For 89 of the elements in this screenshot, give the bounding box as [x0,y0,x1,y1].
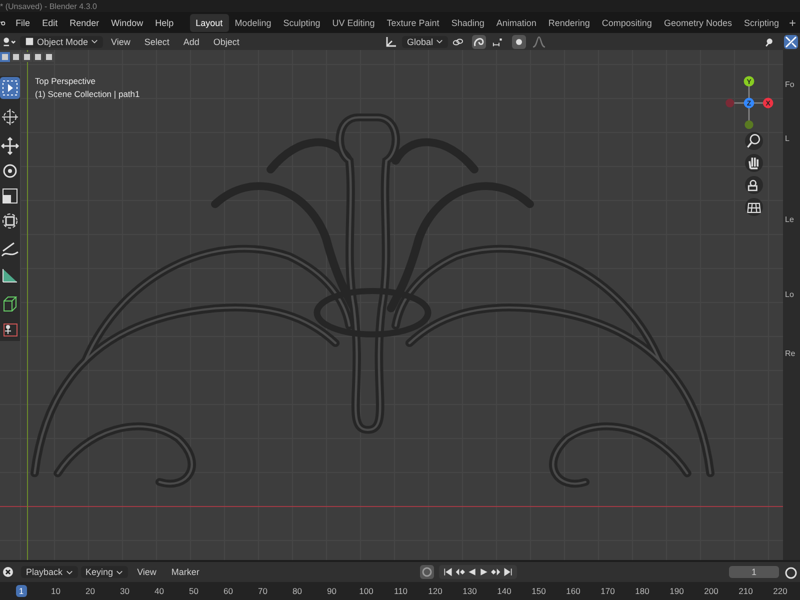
falloff-curve-icon[interactable] [532,34,546,48]
frame-number: 110 [392,585,409,597]
frame-number: 120 [427,585,444,597]
frame-number: 220 [772,585,788,597]
workspace-tab[interactable]: Sculpting [277,14,326,32]
axes-icon[interactable] [384,34,398,48]
workspace-tab[interactable]: Layout [190,14,229,32]
menu-item[interactable]: Help [149,16,180,30]
workspace-tab[interactable]: Scripting [738,14,785,32]
view-name: Top Perspective [35,76,96,86]
mode-dropdown[interactable]: Object Mode [20,36,104,48]
workspace-tab[interactable]: Modeling [228,14,278,32]
frame-number: 210 [738,585,754,597]
frame-number: 60 [222,585,234,597]
sidebar-label: Lo [785,290,795,299]
jump-end-icon[interactable] [502,567,513,577]
selection-mode-icon[interactable] [44,52,54,62]
next-keyframe-icon[interactable] [490,567,501,577]
zoom-icon[interactable] [745,132,763,150]
caret-icon [436,39,443,44]
menu-item[interactable]: View [131,565,162,579]
menu-item[interactable]: Edit [36,16,64,30]
menu-dropdown[interactable]: Playback [21,566,78,578]
frame-number: 30 [119,585,130,597]
current-frame-field[interactable]: 1 [729,566,779,578]
frame-number: 190 [668,585,685,597]
frame-number: 170 [600,585,616,597]
play-icon[interactable] [478,567,489,577]
editor-type-icon[interactable] [2,34,16,48]
workspace-tab[interactable]: Texture Paint [380,14,446,32]
frame-number: 10 [50,585,62,597]
frame-number: 140 [496,585,512,597]
hand-icon[interactable] [745,154,763,172]
workspace-tab[interactable]: UV Editing [326,14,381,32]
menu-item[interactable]: Object [207,34,246,48]
snap-icon[interactable] [472,34,486,48]
caret-icon [91,39,98,44]
frame-number: 200 [703,585,720,597]
selection-mode-icon[interactable] [33,52,43,62]
playhead-frame: 1 [16,585,27,597]
frame-number: 130 [462,585,478,597]
sidebar-label: Fo [785,80,796,89]
menu-item[interactable]: Window [105,16,150,30]
sidebar-label: L [785,134,790,143]
workspace-tab[interactable]: Shading [445,14,490,32]
workspace-tab[interactable]: Rendering [542,14,596,32]
caret-icon [66,570,73,574]
menu-item[interactable]: Select [138,34,176,48]
sidebar-label: Re [785,349,796,358]
menu-item[interactable]: Add [177,34,206,48]
frame-number: 20 [84,585,96,597]
frame-number: 150 [530,585,547,597]
selection-mode-icon[interactable] [11,52,21,62]
workspace-tab[interactable]: Geometry Nodes [658,14,738,32]
frame-number: 90 [326,585,338,597]
frame-number: 100 [358,585,374,597]
menu-item[interactable]: Marker [165,565,206,579]
frame-number: 50 [188,585,200,597]
selection-mode-icon[interactable] [0,52,10,62]
workspace-tab[interactable]: Compositing [596,14,658,32]
window-title: * (Unsaved) - Blender 4.3.0 [0,2,97,12]
menu-item[interactable]: Render [64,16,106,30]
stopwatch-icon[interactable] [784,565,798,579]
grid-icon[interactable] [745,198,763,216]
caret-icon [116,570,124,574]
gizmo-toggle-icon[interactable] [784,34,798,48]
jump-start-icon[interactable] [442,567,453,577]
menu-dropdown[interactable]: Keying [80,566,128,578]
sidebar-label: Le [785,215,795,224]
cursor-tool-icon[interactable] [0,106,20,128]
frame-number: 160 [565,585,582,597]
selection-mode-icon[interactable] [22,52,32,62]
frame-number: 180 [634,585,650,597]
timeline-ruler[interactable]: 1 10 20 30 40 50 60 70 80 90 100 110 120 130 140 150 160 170 180 190 200 210 220 [0,582,800,600]
play-reverse-icon[interactable] [466,567,477,577]
frame-number: 40 [154,585,165,597]
menu-item[interactable]: View [105,34,136,48]
frame-number: 70 [257,585,268,597]
previous-keyframe-icon[interactable] [454,567,465,577]
workspace-tab[interactable]: Animation [490,14,542,32]
frame-number: 80 [292,585,303,597]
select-tool-icon[interactable] [0,77,20,99]
menu-item[interactable]: File [10,16,36,30]
orientation-dropdown[interactable]: Global [402,36,448,48]
proportional-edit-icon[interactable] [512,34,526,48]
add-workspace-button[interactable]: + [784,14,800,32]
collection-label: (1) Scene Collection | path1 [35,89,140,99]
record-icon[interactable] [420,565,434,579]
move-tool-icon[interactable] [0,135,20,157]
